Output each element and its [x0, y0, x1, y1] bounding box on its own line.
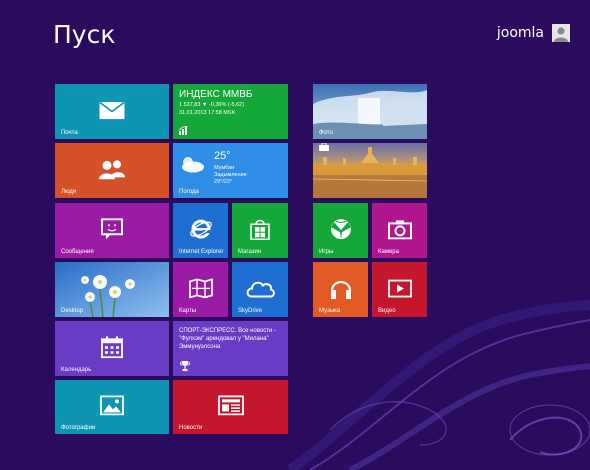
suitcase-icon [319, 143, 329, 151]
store-bag-icon [250, 219, 270, 240]
tile-weather[interactable]: 25° Мумбаи Задымление 29°/22° Погода [173, 143, 288, 198]
tile-news[interactable]: Новости [173, 380, 288, 434]
tile-messaging[interactable]: Сообщения [55, 203, 169, 258]
sport-headline: СПОРТ-ЭКСПРЕСС. Все новости - "Фулхэм" а… [179, 328, 276, 350]
tile-label: Карты [179, 308, 197, 314]
tile-label: Календарь [61, 367, 92, 373]
tile-travel[interactable] [313, 143, 427, 198]
calendar-icon [101, 335, 123, 358]
tile-games[interactable]: Игры [313, 203, 368, 258]
tile-skydrive[interactable]: SkyDrive [232, 262, 288, 317]
tile-internet-explorer[interactable]: Internet Explorer [173, 203, 228, 258]
internet-explorer-icon [189, 219, 212, 239]
start-title: Пуск [53, 20, 116, 49]
stock-index-name: ИНДЕКС ММВБ [179, 89, 253, 100]
stock-index-timestamp: 31.01.2013 17:58 MSK [179, 110, 236, 116]
tile-calendar[interactable]: Календарь [55, 321, 169, 376]
tile-label: Магазин [238, 249, 262, 255]
tile-label: SkyDrive [238, 308, 263, 314]
tile-music[interactable]: Музыка [313, 262, 368, 317]
tile-label: Новости [179, 425, 203, 431]
weather-temperature: 25° [214, 150, 231, 162]
chart-icon [179, 126, 189, 135]
city-photo [313, 143, 427, 198]
map-icon [188, 277, 213, 298]
tile-video[interactable]: Видео [372, 262, 427, 317]
tile-label: Сообщения [61, 249, 94, 255]
stock-index-value: 1 537,83 ▼ -0,36% (-5,62) [179, 102, 245, 108]
tile-label: Видео [378, 308, 396, 314]
newspaper-icon [217, 395, 244, 416]
cloud-sun-icon [182, 157, 204, 173]
tile-label: Internet Explorer [179, 249, 224, 255]
headphones-icon [330, 280, 351, 299]
cloud-icon [246, 281, 275, 298]
tile-label: Почта [61, 130, 78, 136]
tile-label: Музыка [319, 308, 341, 314]
camera-icon [387, 219, 412, 239]
people-icon [99, 159, 125, 179]
tile-camera[interactable]: Камера [372, 203, 427, 258]
tile-mail[interactable]: Почта [55, 84, 169, 139]
tile-label: Desktop [61, 308, 84, 314]
tile-photos[interactable]: Фотографии [55, 380, 169, 434]
tile-label: Фотографии [61, 425, 96, 431]
user-avatar-icon [552, 24, 570, 42]
user-name: joomla [496, 25, 544, 41]
tile-people[interactable]: Люди [55, 143, 169, 198]
tile-label: Камера [378, 249, 399, 255]
tile-label: Люди [61, 189, 77, 195]
tile-finance[interactable]: ИНДЕКС ММВБ 1 537,83 ▼ -0,36% (-5,62) 31… [173, 84, 288, 139]
tile-desktop[interactable]: Desktop [55, 262, 169, 317]
tile-photos-app[interactable]: Фото [313, 84, 427, 139]
tile-store[interactable]: Магазин [232, 203, 288, 258]
weather-city: Мумбаи [214, 165, 235, 171]
play-icon [387, 279, 412, 297]
tile-label: Игры [319, 249, 334, 255]
trophy-icon [180, 361, 190, 371]
tile-label: Погода [179, 189, 199, 195]
chat-smiley-icon [101, 217, 123, 239]
tile-maps[interactable]: Карты [173, 262, 228, 317]
picture-icon [100, 395, 124, 416]
weather-range: 29°/22° [214, 179, 233, 185]
weather-condition: Задымление [214, 172, 247, 178]
xbox-controller-icon [330, 218, 351, 239]
tile-label: Фото [319, 130, 333, 136]
envelope-icon [99, 101, 125, 119]
user-account[interactable]: joomla [497, 24, 570, 42]
tile-sport-news[interactable]: СПОРТ-ЭКСПРЕСС. Все новости - "Фулхэм" а… [173, 321, 288, 376]
